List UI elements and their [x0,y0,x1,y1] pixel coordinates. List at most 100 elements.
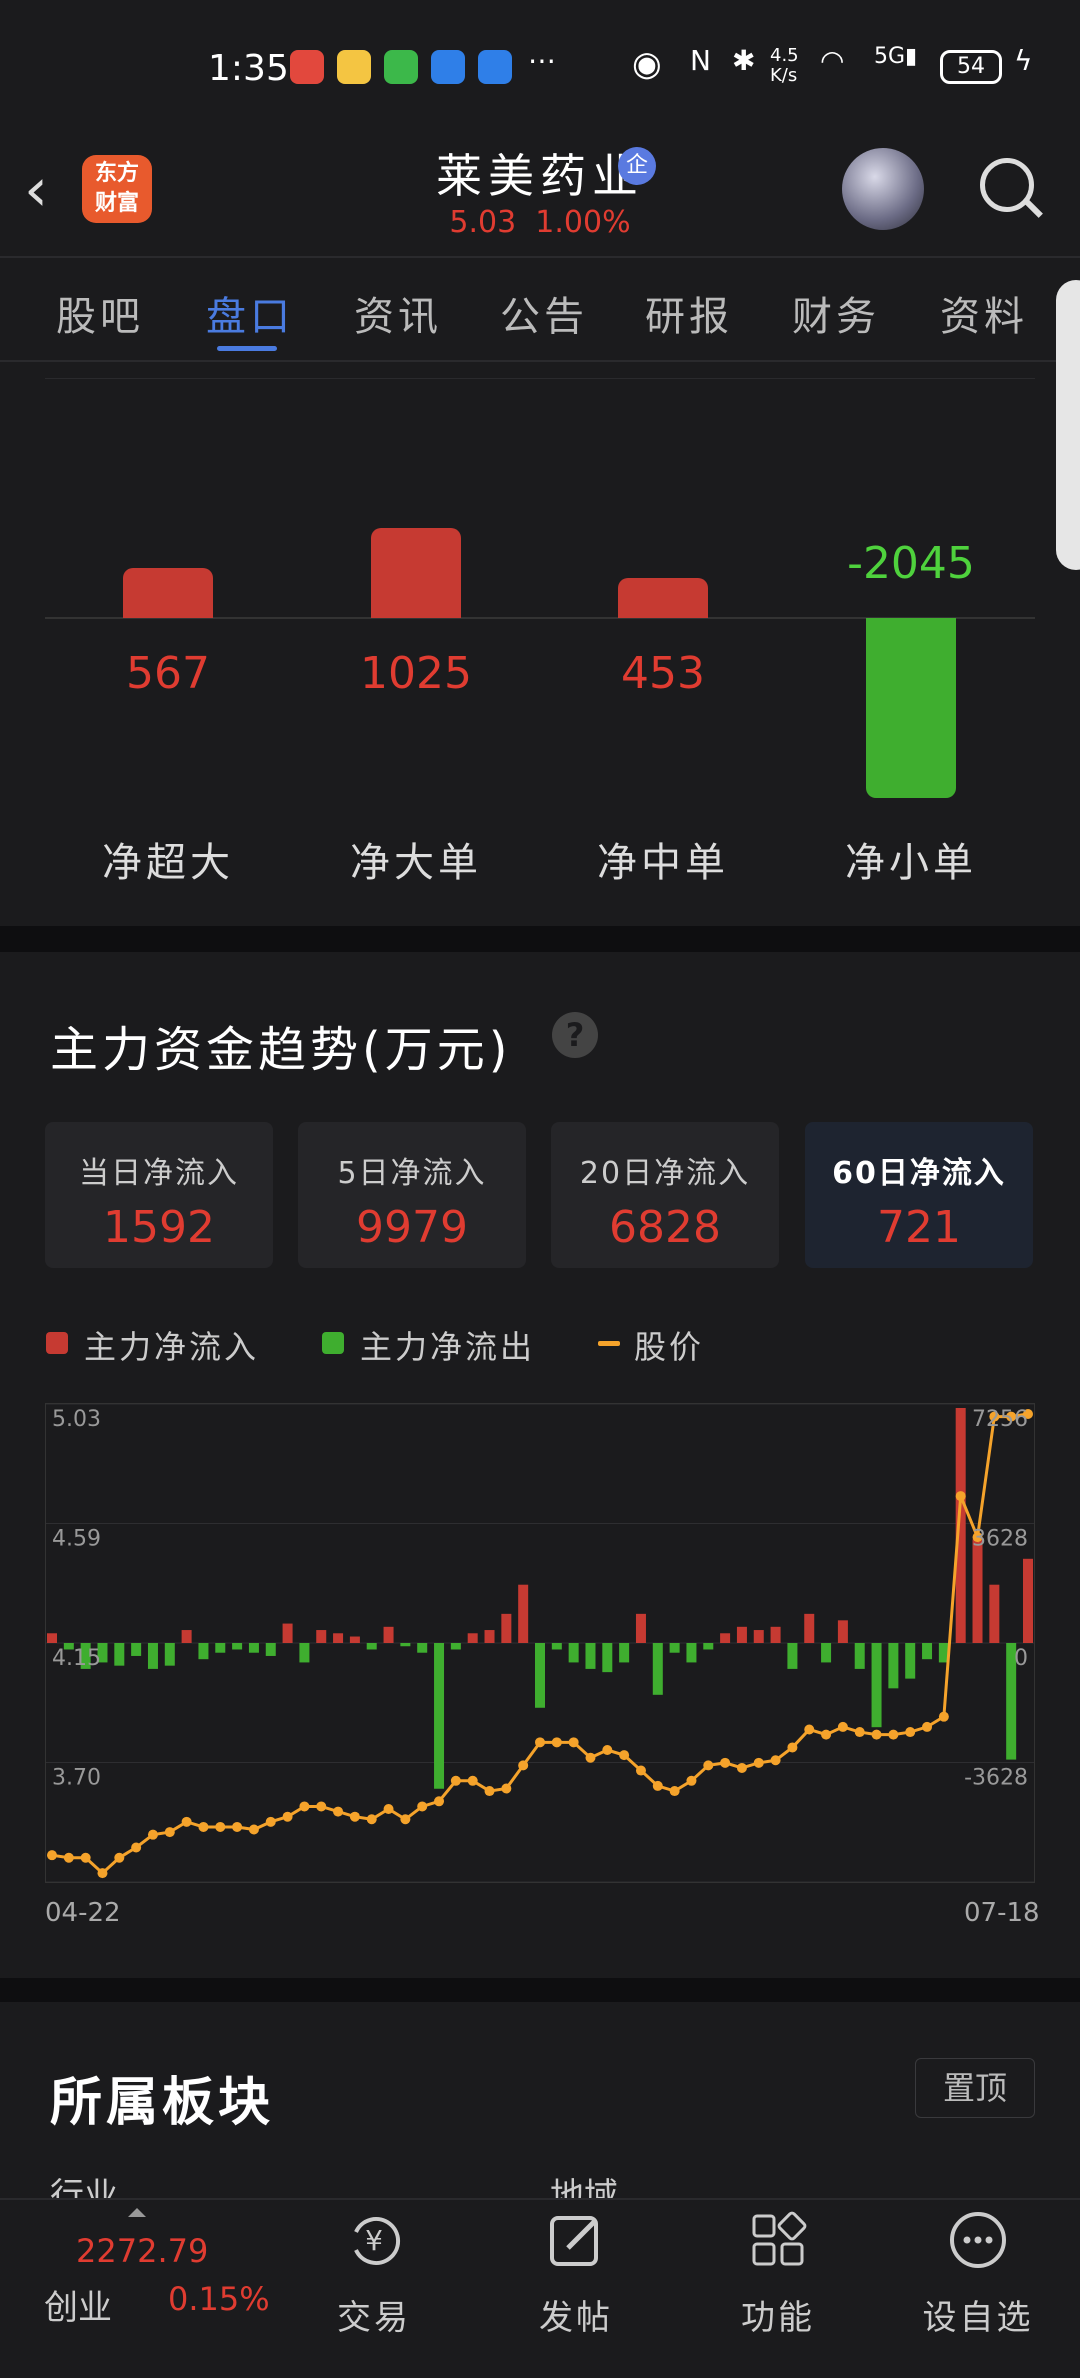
card-today[interactable]: 当日净流入 1592 [45,1122,273,1268]
flow-value-large: 1025 [360,648,472,699]
price-point [905,1727,916,1738]
flow-bar [282,1623,293,1643]
price-point [821,1729,832,1740]
flow-value-medium: 453 [621,648,705,699]
flow-bar-large [371,528,461,618]
left-tick-label: 4.59 [52,1527,101,1552]
price-point [720,1757,731,1768]
tab-announcement[interactable]: 公告 [500,284,588,342]
card-60day[interactable]: 60日净流入 721 [805,1122,1033,1268]
legend-inflow: 主力净流入 [84,1328,260,1366]
back-icon[interactable]: ‹ [24,160,48,220]
weibo-icon [337,50,371,84]
flow-name-small: 净小单 [845,840,977,886]
function-grid-icon[interactable] [748,2210,808,2270]
section-top-line [45,378,1035,379]
bottom-nav [0,2198,1080,2378]
price-point [248,1824,259,1835]
price-point [955,1491,966,1502]
expand-up-icon[interactable] [128,2208,146,2217]
flow-bar [686,1643,697,1663]
price-point [114,1852,125,1863]
sector-title: 所属板块 [50,2073,275,2133]
flow-bar [888,1643,899,1689]
legend-inflow-swatch [46,1332,68,1354]
price-point [585,1752,596,1763]
flow-bar [568,1643,579,1663]
flow-bar [753,1630,764,1643]
price-point [147,1829,158,1840]
price-point [450,1775,461,1786]
flow-bar [602,1643,613,1673]
robot-avatar-icon[interactable] [842,148,924,230]
trade-yen-icon[interactable]: ¥ [344,2210,404,2270]
flow-bar [551,1643,562,1650]
price-point [635,1765,646,1776]
price-point [669,1786,680,1797]
price-point [63,1852,74,1863]
index-name[interactable]: 创业 [44,2280,112,2329]
flow-bar [484,1630,495,1643]
flow-bar [147,1643,158,1669]
flow-bar [837,1620,848,1643]
tab-profile[interactable]: 资料 [940,284,1028,342]
price-point [568,1737,579,1748]
tab-pankou[interactable]: 盘口 [206,284,294,342]
price-point [282,1811,293,1822]
flow-bar-super [123,568,213,618]
price-point [888,1729,899,1740]
price-point [383,1804,394,1815]
price-point [703,1760,714,1771]
tab-news[interactable]: 资讯 [354,284,442,342]
date-start: 04-22 [45,1898,121,1928]
flow-bar [47,1633,57,1643]
card-5day[interactable]: 5日净流入 9979 [298,1122,526,1268]
flow-bar [770,1626,781,1643]
tab-research[interactable]: 研报 [645,284,733,342]
post-edit-icon[interactable] [546,2210,606,2270]
price-point [467,1775,478,1786]
flow-bar [299,1643,310,1663]
flow-bar [669,1643,680,1653]
date-end: 07-18 [964,1898,1040,1928]
help-icon[interactable]: ? [552,1012,598,1058]
price-point [47,1850,57,1861]
scroll-handle[interactable] [1056,280,1080,570]
right-tick-label: 3628 [972,1527,1028,1552]
message-icon [431,50,465,84]
flow-bar [922,1643,933,1660]
tab-finance[interactable]: 财务 [792,284,880,342]
flow-bar [400,1643,411,1647]
flow-bar [114,1643,125,1666]
index-value[interactable]: 2272.79 [76,2232,208,2270]
flow-bar [989,1584,1000,1643]
flow-bar [467,1633,478,1643]
trend-chart: 5.034.594.153.703.26725636280-3628-7256 [45,1403,1035,1910]
price-point [804,1724,815,1735]
flow-bar [804,1613,815,1643]
more-dots-icon[interactable] [948,2210,1008,2270]
tab-guba[interactable]: 股吧 [56,284,144,342]
flow-bar [535,1643,545,1708]
nav-post[interactable]: 发帖 [496,2290,656,2339]
price-point [922,1721,933,1732]
price-point [484,1786,495,1797]
index-pct[interactable]: 0.15% [168,2280,270,2318]
pin-button[interactable]: 置顶 [915,2058,1035,2118]
flow-bar [383,1626,394,1643]
nav-watchlist[interactable]: 设自选 [898,2290,1058,2339]
flow-bar [972,1539,983,1643]
card-20day[interactable]: 20日净流入 6828 [551,1122,779,1268]
section-divider [0,926,1080,952]
price-point [753,1757,764,1768]
trend-title: 主力资金趋势(万元) [50,1022,512,1078]
price-point [299,1801,310,1812]
price-point [215,1821,226,1832]
flow-name-medium: 净中单 [597,840,729,886]
flow-bar [905,1643,916,1679]
price-point [686,1775,697,1786]
nav-trade[interactable]: 交易 [294,2290,454,2339]
left-tick-label: 5.03 [52,1407,101,1432]
nav-function[interactable]: 功能 [698,2290,858,2339]
flow-bar [854,1643,865,1669]
